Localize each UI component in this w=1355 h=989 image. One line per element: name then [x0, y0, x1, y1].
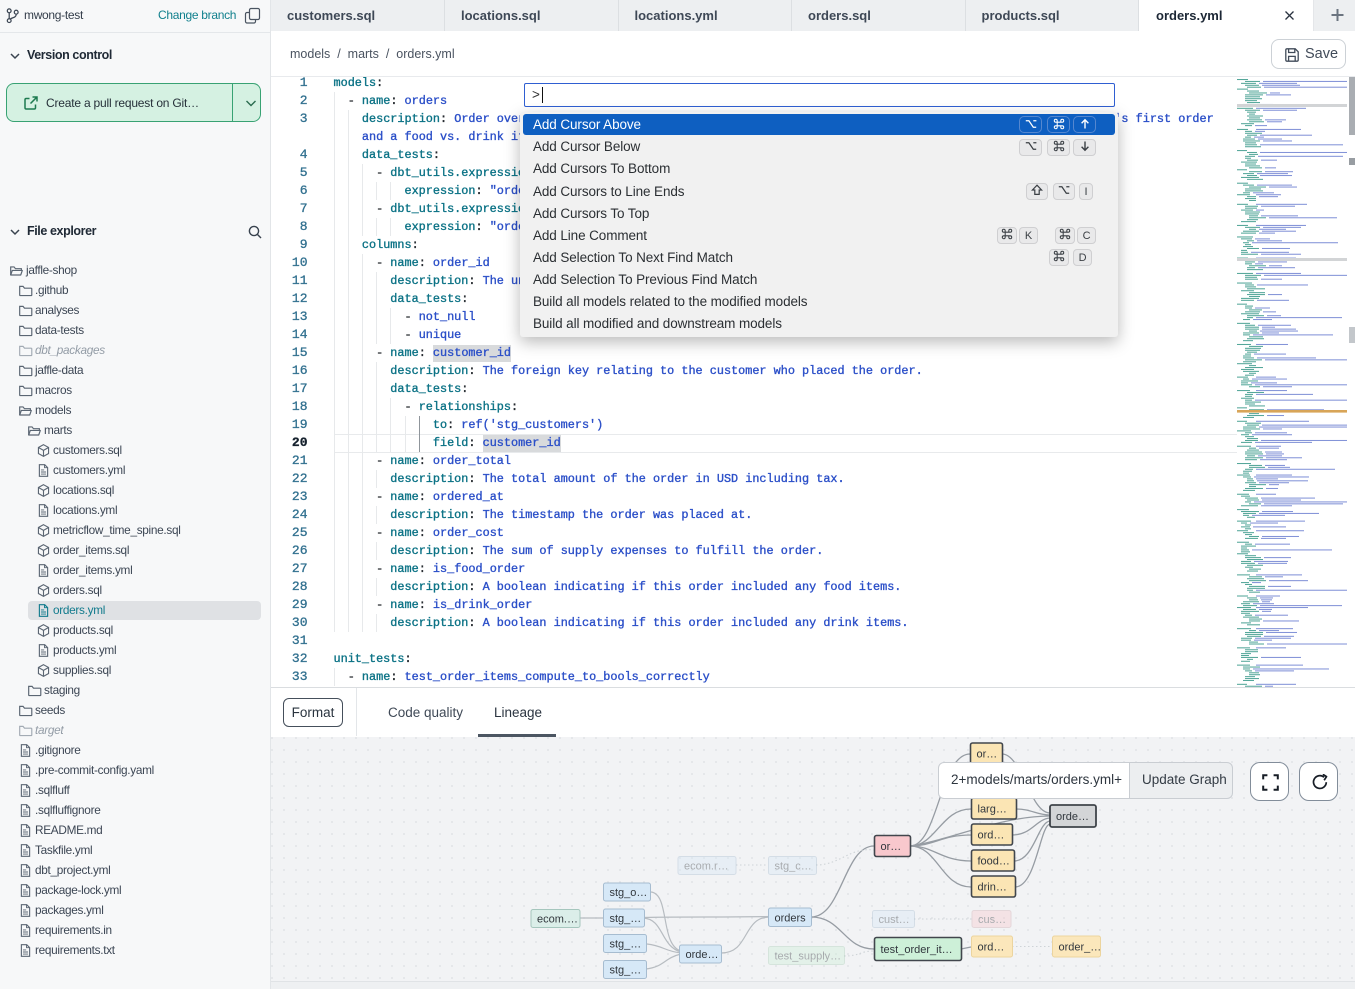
svg-text:cust…: cust… — [879, 914, 910, 926]
svg-text:test_supply…: test_supply… — [775, 951, 842, 963]
svg-text:orde…: orde… — [1056, 811, 1089, 823]
svg-text:or…: or… — [881, 841, 902, 853]
svg-text:ecom.…: ecom.… — [537, 914, 578, 926]
svg-text:food…: food… — [978, 856, 1010, 868]
svg-text:ecom.r…: ecom.r… — [684, 861, 729, 873]
svg-text:stg_c…: stg_c… — [775, 861, 812, 873]
svg-text:larg…: larg… — [978, 804, 1007, 816]
svg-text:ord…: ord… — [978, 942, 1005, 954]
svg-text:order_…: order_… — [1059, 942, 1102, 954]
svg-text:orde…: orde… — [686, 949, 719, 961]
svg-text:orders: orders — [775, 912, 807, 924]
svg-text:stg_…: stg_… — [610, 965, 642, 977]
svg-text:cus…: cus… — [978, 914, 1006, 926]
svg-text:test_order_it…: test_order_it… — [881, 944, 953, 956]
svg-text:drin…: drin… — [978, 882, 1007, 894]
svg-text:ord…: ord… — [978, 830, 1005, 842]
svg-text:stg_…: stg_… — [610, 913, 642, 925]
svg-text:stg_o…: stg_o… — [610, 887, 648, 899]
svg-text:or…: or… — [977, 749, 998, 761]
svg-text:stg_…: stg_… — [610, 939, 642, 951]
